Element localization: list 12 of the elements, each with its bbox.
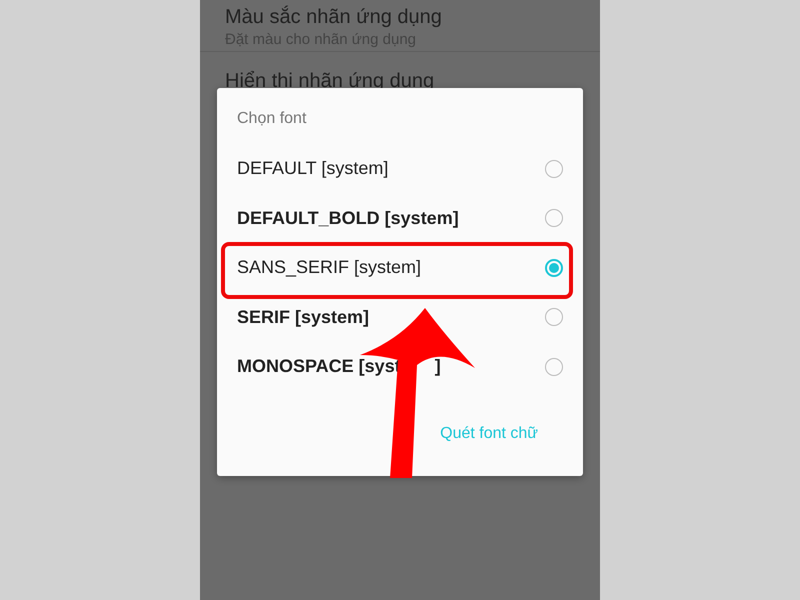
dialog-title: Chọn font: [237, 109, 306, 129]
font-option[interactable]: DEFAULT [system]: [237, 158, 388, 180]
font-option[interactable]: SANS_SERIF [system]: [237, 257, 422, 278]
radio-button[interactable]: [545, 160, 563, 178]
radio-button[interactable]: [545, 258, 563, 277]
radio-button[interactable]: [545, 308, 563, 326]
font-option[interactable]: SERIF [system]: [237, 306, 370, 328]
radio-button[interactable]: [545, 358, 563, 376]
radio-button[interactable]: [545, 209, 563, 228]
bracket-text: ]: [434, 356, 441, 378]
font-option[interactable]: DEFAULT_BOLD [system]: [237, 208, 459, 229]
setting-title: Màu sắc nhãn ứng dụng: [225, 4, 442, 30]
